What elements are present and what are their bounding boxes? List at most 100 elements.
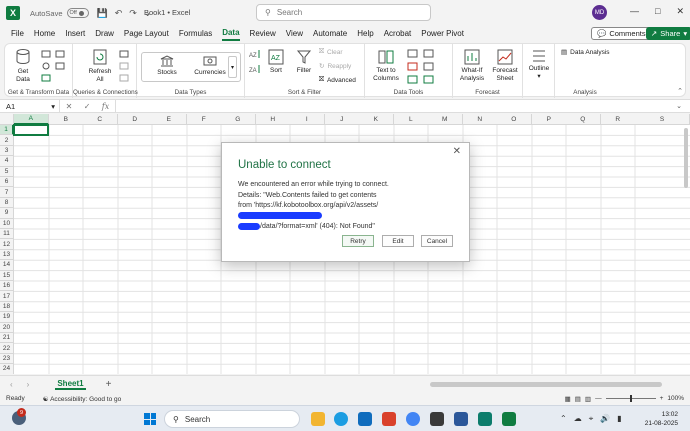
chrome-icon[interactable] <box>406 412 420 426</box>
column-header-r[interactable]: R <box>601 114 636 125</box>
cloud-icon[interactable]: ☁ <box>574 414 582 424</box>
taskbar-app-icon[interactable] <box>430 412 444 426</box>
outlook-icon[interactable] <box>358 412 372 426</box>
insert-function-icon[interactable]: fx <box>102 102 109 111</box>
currencies-button[interactable]: Currencies <box>190 55 230 76</box>
row-header-13[interactable]: 13 <box>0 249 14 261</box>
row-header-8[interactable]: 8 <box>0 197 14 209</box>
web-icon[interactable] <box>41 62 51 70</box>
zoom-slider[interactable] <box>605 395 656 402</box>
column-header-o[interactable]: O <box>497 114 532 125</box>
edit-links-icon[interactable] <box>119 74 129 82</box>
collapse-ribbon-icon[interactable]: ⌃ <box>677 87 683 95</box>
normal-view-icon[interactable]: ▦ <box>565 395 571 403</box>
row-header-17[interactable]: 17 <box>0 291 14 302</box>
tab-home[interactable]: Home <box>34 29 55 40</box>
tab-formulas[interactable]: Formulas <box>179 29 212 40</box>
table-range-icon[interactable] <box>41 74 51 82</box>
refresh-all-button[interactable]: Refresh All <box>87 48 113 84</box>
recent-sources-icon[interactable] <box>55 50 65 58</box>
sort-button[interactable]: AZ Sort <box>265 49 287 75</box>
gallery-expand-button[interactable]: ▾ <box>228 56 237 78</box>
confirm-entry-icon[interactable]: ✓ <box>84 102 91 111</box>
accessibility-status[interactable]: ☯ Accessibility: Good to go <box>43 395 121 403</box>
sort-a-z-icon[interactable]: AZ <box>249 49 261 59</box>
windows-start-icon[interactable] <box>144 413 156 425</box>
excel-taskbar-icon[interactable] <box>502 412 516 426</box>
tab-automate[interactable]: Automate <box>313 29 347 40</box>
zoom-level[interactable]: 100% <box>667 395 684 402</box>
next-sheet-icon[interactable]: › <box>27 380 30 389</box>
tab-data[interactable]: Data <box>222 28 240 41</box>
volume-icon[interactable]: 🔊 <box>600 414 610 424</box>
row-header-7[interactable]: 7 <box>0 187 14 198</box>
row-header-22[interactable]: 22 <box>0 343 14 354</box>
edit-button[interactable]: Edit <box>382 235 414 247</box>
close-icon[interactable]: ✕ <box>453 146 461 157</box>
page-break-view-icon[interactable]: ▥ <box>585 395 591 403</box>
column-header-c[interactable]: C <box>83 114 118 125</box>
tab-file[interactable]: File <box>11 29 24 40</box>
row-header-19[interactable]: 19 <box>0 312 14 323</box>
data-analysis-button[interactable]: ▤ Data Analysis <box>561 48 610 57</box>
cancel-button[interactable]: Cancel <box>421 235 453 247</box>
outline-button[interactable]: Outline ▾ <box>525 49 553 81</box>
row-header-11[interactable]: 11 <box>0 229 14 240</box>
tab-review[interactable]: Review <box>250 29 276 40</box>
chevron-up-icon[interactable]: ⌃ <box>560 414 567 424</box>
zoom-out-icon[interactable]: — <box>595 395 602 402</box>
column-header-m[interactable]: M <box>428 114 463 125</box>
clear-button[interactable]: ⛝ Clear <box>319 48 343 56</box>
row-header-10[interactable]: 10 <box>0 218 14 229</box>
redo-icon[interactable]: ↷ <box>129 8 137 19</box>
battery-icon[interactable]: ▮ <box>617 414 621 424</box>
text-to-columns-button[interactable]: Text to Columns <box>371 49 401 83</box>
horizontal-scrollbar[interactable] <box>430 382 662 387</box>
data-model-icon[interactable] <box>423 75 434 84</box>
clock[interactable]: 13:02 21-08-2025 <box>642 410 678 428</box>
row-header-3[interactable]: 3 <box>0 145 14 157</box>
existing-connections-icon[interactable] <box>55 62 65 70</box>
properties-icon[interactable] <box>119 62 129 70</box>
taskbar-app-icon-2[interactable] <box>478 412 492 426</box>
row-header-18[interactable]: 18 <box>0 301 14 313</box>
forecast-sheet-button[interactable]: Forecast Sheet <box>491 49 519 83</box>
edge-browser-icon[interactable] <box>334 412 348 426</box>
zoom-slider-thumb[interactable] <box>629 395 632 402</box>
avatar[interactable]: MD <box>592 5 607 20</box>
row-header-12[interactable]: 12 <box>0 239 14 250</box>
consolidate-icon[interactable] <box>423 49 434 58</box>
zoom-in-icon[interactable]: + <box>660 395 664 402</box>
minimize-icon[interactable]: — <box>630 6 639 17</box>
row-header-5[interactable]: 5 <box>0 166 14 177</box>
word-icon[interactable] <box>454 412 468 426</box>
relationships-icon[interactable] <box>423 62 434 71</box>
column-header-j[interactable]: J <box>325 114 360 125</box>
tab-acrobat[interactable]: Acrobat <box>384 29 412 40</box>
row-header-6[interactable]: 6 <box>0 177 14 188</box>
filter-button[interactable]: Filter <box>293 49 315 75</box>
column-header-d[interactable]: D <box>118 114 153 125</box>
tab-power-pivot[interactable]: Power Pivot <box>421 29 464 40</box>
row-header-16[interactable]: 16 <box>0 281 14 292</box>
what-if-analysis-button[interactable]: What-If Analysis <box>457 49 487 83</box>
row-header-9[interactable]: 9 <box>0 208 14 219</box>
sheet-tab-sheet1[interactable]: Sheet1 <box>55 379 86 390</box>
file-explorer-icon[interactable] <box>311 412 325 426</box>
row-header-23[interactable]: 23 <box>0 353 14 365</box>
sort-z-a-icon[interactable]: ZA <box>249 64 261 74</box>
tab-page-layout[interactable]: Page Layout <box>124 29 169 40</box>
close-icon[interactable]: ✕ <box>676 6 684 17</box>
retry-button[interactable]: Retry <box>342 235 374 247</box>
prev-sheet-icon[interactable]: ‹ <box>10 380 13 389</box>
taskbar-search[interactable]: ⚲ Search <box>164 410 300 428</box>
page-layout-view-icon[interactable]: ▤ <box>575 395 581 403</box>
column-header-k[interactable]: K <box>359 114 394 125</box>
row-header-4[interactable]: 4 <box>0 156 14 167</box>
column-header-l[interactable]: L <box>394 114 429 125</box>
vertical-scrollbar[interactable] <box>684 128 688 188</box>
expand-formula-bar-icon[interactable]: ⌄ <box>676 102 682 110</box>
store-app-icon[interactable] <box>382 412 396 426</box>
column-header-e[interactable]: E <box>152 114 187 125</box>
row-header-1[interactable]: 1 <box>0 125 14 136</box>
